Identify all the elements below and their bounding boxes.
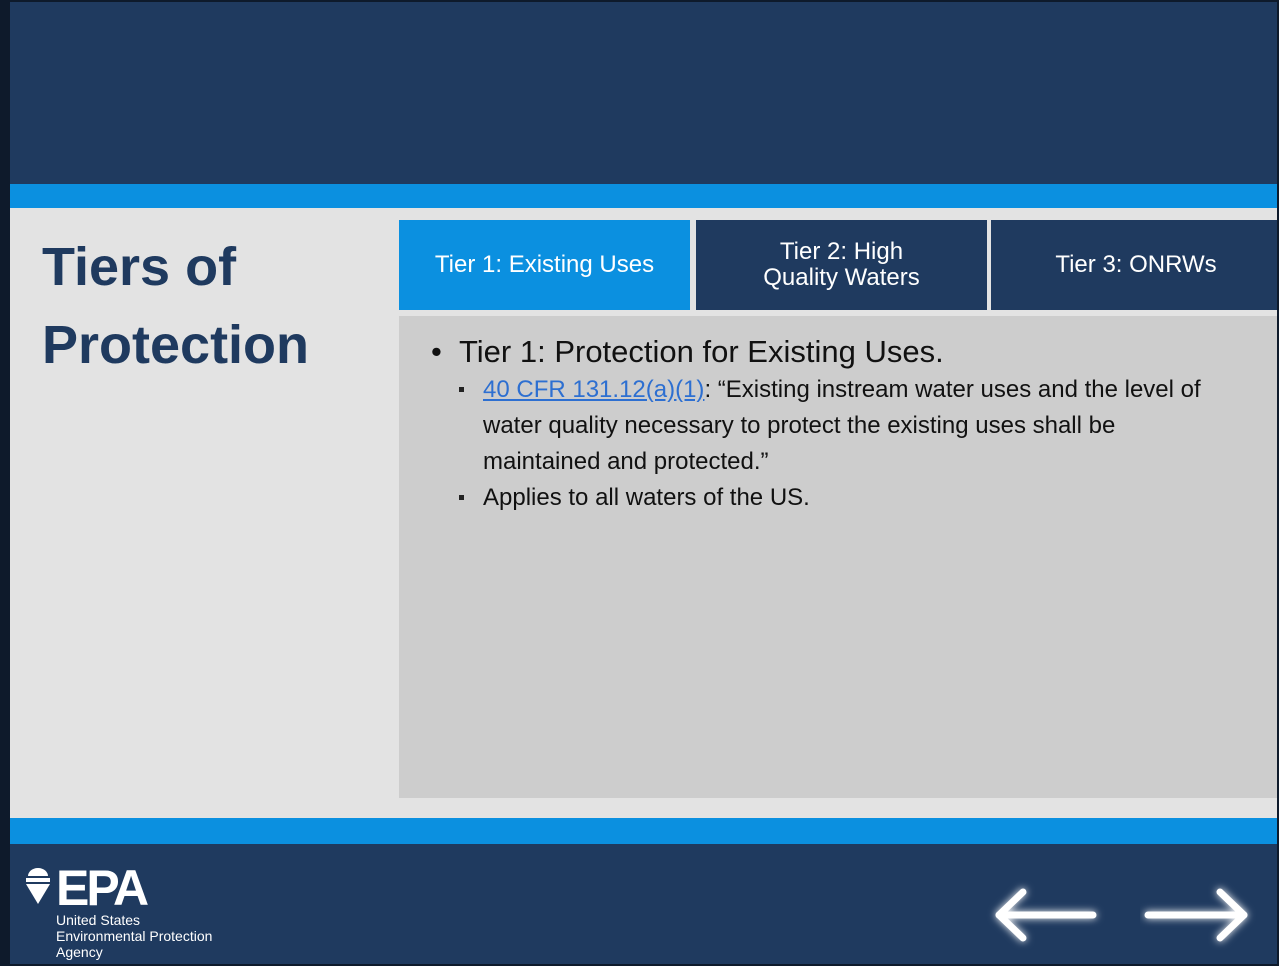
right-arrow-icon: [1144, 888, 1248, 942]
tab-content-panel: • Tier 1: Protection for Existing Uses. 4…: [399, 316, 1277, 798]
sub-bullet-cfr-text: 40 CFR 131.12(a)(1): “Existing instream …: [459, 372, 1219, 480]
tab-tier-2[interactable]: Tier 2: High Quality Waters: [696, 220, 987, 310]
top-accent-stripe: [10, 184, 1277, 208]
epa-agency-line-1: United States: [56, 912, 141, 928]
page-title-line-2: Protection: [42, 315, 310, 375]
page-title: Tiers of Protection: [42, 228, 362, 384]
tab-tier-1[interactable]: Tier 1: Existing Uses: [399, 220, 690, 310]
tab-tier-3[interactable]: Tier 3: ONRWs: [991, 220, 1277, 310]
epa-agency-line-2: Environmental Protection: [56, 928, 213, 944]
epa-flower-icon: [26, 868, 50, 904]
header-band: [10, 2, 1277, 184]
main-bullet-text: Tier 1: Protection for Existing Uses.: [459, 334, 944, 369]
sub-bullet-cfr: 40 CFR 131.12(a)(1): “Existing instream …: [459, 372, 1219, 480]
main-bullet: • Tier 1: Protection for Existing Uses.: [431, 334, 1251, 370]
cfr-citation-link[interactable]: 40 CFR 131.12(a)(1): [483, 376, 704, 403]
tab-tier-3-label: Tier 3: ONRWs: [1055, 251, 1217, 278]
epa-agency-line-3: Agency: [56, 944, 103, 960]
page-title-line-1: Tiers of: [42, 237, 237, 297]
sub-bullet-applies-text: Applies to all waters of the US.: [483, 484, 810, 511]
left-edge-border: [2, 2, 10, 964]
next-button[interactable]: [1140, 880, 1260, 950]
epa-agency-name: United States Environmental Protection A…: [56, 912, 256, 960]
tier-tabs: Tier 1: Existing Uses Tier 2: High Quali…: [399, 220, 1277, 310]
left-arrow-icon: [995, 888, 1097, 942]
epa-wordmark: EPA: [56, 860, 149, 916]
bullet-dot-icon: •: [431, 334, 442, 369]
square-bullet-icon: [459, 387, 464, 392]
slide-frame: Tiers of Protection Tier 1: Existing Use…: [0, 0, 1279, 966]
square-bullet-icon: [459, 495, 464, 500]
previous-button[interactable]: [985, 880, 1105, 950]
sub-bullet-applies: Applies to all waters of the US.: [459, 480, 1219, 516]
bottom-accent-stripe: [10, 818, 1277, 844]
tab-tier-2-label: Tier 2: High Quality Waters: [763, 238, 920, 291]
tab-tier-1-label: Tier 1: Existing Uses: [434, 251, 655, 278]
epa-logo: EPA United States Environmental Protecti…: [22, 860, 242, 964]
